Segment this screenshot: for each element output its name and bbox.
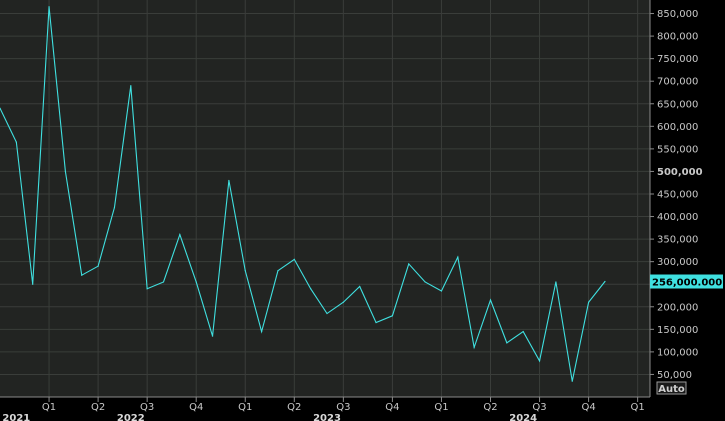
data-point[interactable] (310, 288, 312, 290)
current-value-marker: 256,000.000 (650, 274, 723, 289)
x-tick-label: Q4 (385, 402, 399, 413)
y-tick-label: 200,000 (657, 302, 698, 313)
data-point[interactable] (261, 330, 263, 333)
x-tick-label: Q3 (336, 402, 350, 413)
data-point[interactable] (162, 281, 165, 283)
x-tick-label: Q1 (434, 402, 448, 413)
y-tick-label: 550,000 (657, 144, 698, 155)
y-tick-label: 450,000 (657, 189, 698, 200)
y-tick-label: 750,000 (657, 54, 698, 65)
data-point[interactable] (326, 312, 328, 315)
data-point[interactable] (130, 85, 132, 87)
x-tick-label: Q1 (42, 402, 56, 413)
current-value-label: 256,000.000 (652, 278, 722, 289)
x-axis-ticks: Q1 Q2 Q3 Q4 Q1 Q2 Q3 Q4 Q1 Q2 Q3 Q4 Q1 (42, 397, 645, 413)
data-point[interactable] (604, 280, 606, 283)
data-point[interactable] (293, 258, 295, 261)
x-tick-label: Q4 (189, 402, 203, 413)
data-point[interactable] (375, 321, 377, 324)
x-tick-label: Q2 (91, 402, 105, 413)
data-point[interactable] (195, 281, 197, 283)
scale-mode-button[interactable]: Auto (656, 381, 687, 395)
data-point[interactable] (81, 274, 83, 276)
data-point[interactable] (522, 330, 524, 333)
y-tick-label: 300,000 (657, 257, 698, 268)
data-point[interactable] (179, 233, 181, 236)
data-point[interactable] (97, 265, 99, 267)
line-chart[interactable]: 50,000100,000150,000200,000250,000300,00… (0, 0, 725, 421)
x-tick-label: Q3 (532, 402, 546, 413)
year-label: 2024 (509, 413, 537, 421)
data-point[interactable] (113, 206, 116, 209)
x-tick-label: Q4 (581, 402, 595, 413)
y-tick-label: 800,000 (657, 32, 698, 43)
data-point[interactable] (211, 335, 214, 337)
y-axis-ticks: 50,000100,000150,000200,000250,000300,00… (650, 9, 703, 381)
data-point[interactable] (473, 346, 475, 348)
data-point[interactable] (571, 380, 573, 382)
chart: 50,000100,000150,000200,000250,000300,00… (0, 0, 725, 421)
data-point[interactable] (588, 301, 590, 303)
data-point[interactable] (228, 179, 230, 182)
data-point[interactable] (277, 270, 279, 272)
y-tick-label: 600,000 (657, 122, 698, 133)
year-label: 2021 (2, 413, 30, 421)
data-point[interactable] (391, 315, 393, 317)
data-point[interactable] (408, 263, 410, 265)
data-point[interactable] (15, 141, 17, 143)
y-tick-label: 50,000 (657, 370, 692, 381)
x-tick-label: Q1 (238, 402, 252, 413)
x-tick-label: Q3 (140, 402, 154, 413)
scale-mode-label: Auto (658, 384, 685, 395)
y-tick-label: 150,000 (657, 325, 698, 336)
data-point[interactable] (424, 281, 426, 283)
y-tick-label: 350,000 (657, 235, 698, 246)
data-point[interactable] (32, 283, 34, 285)
year-label: 2022 (117, 413, 145, 421)
x-tick-label: Q2 (483, 402, 497, 413)
y-tick-label: 100,000 (657, 347, 698, 358)
data-point[interactable] (342, 301, 344, 303)
y-tick-label: 650,000 (657, 99, 698, 110)
data-point[interactable] (489, 299, 492, 301)
data-point[interactable] (538, 360, 541, 362)
y-tick-label: 850,000 (657, 9, 698, 20)
data-point[interactable] (64, 170, 66, 173)
data-point[interactable] (244, 270, 246, 272)
data-point[interactable] (146, 288, 148, 290)
data-point[interactable] (48, 6, 50, 8)
data-point[interactable] (440, 290, 443, 292)
plot-area[interactable] (0, 0, 650, 397)
y-tick-label: 500,000 (657, 167, 703, 178)
x-tick-label: Q2 (287, 402, 301, 413)
data-point[interactable] (457, 256, 459, 258)
data-point[interactable] (555, 281, 557, 283)
x-axis-year-labels: 2021 2022 2023 2024 (2, 413, 537, 421)
data-point[interactable] (506, 342, 508, 344)
y-tick-label: 400,000 (657, 212, 698, 223)
year-label: 2023 (313, 413, 341, 421)
x-tick-label: Q1 (631, 402, 645, 413)
data-point[interactable] (359, 285, 361, 288)
y-tick-label: 700,000 (657, 77, 698, 88)
